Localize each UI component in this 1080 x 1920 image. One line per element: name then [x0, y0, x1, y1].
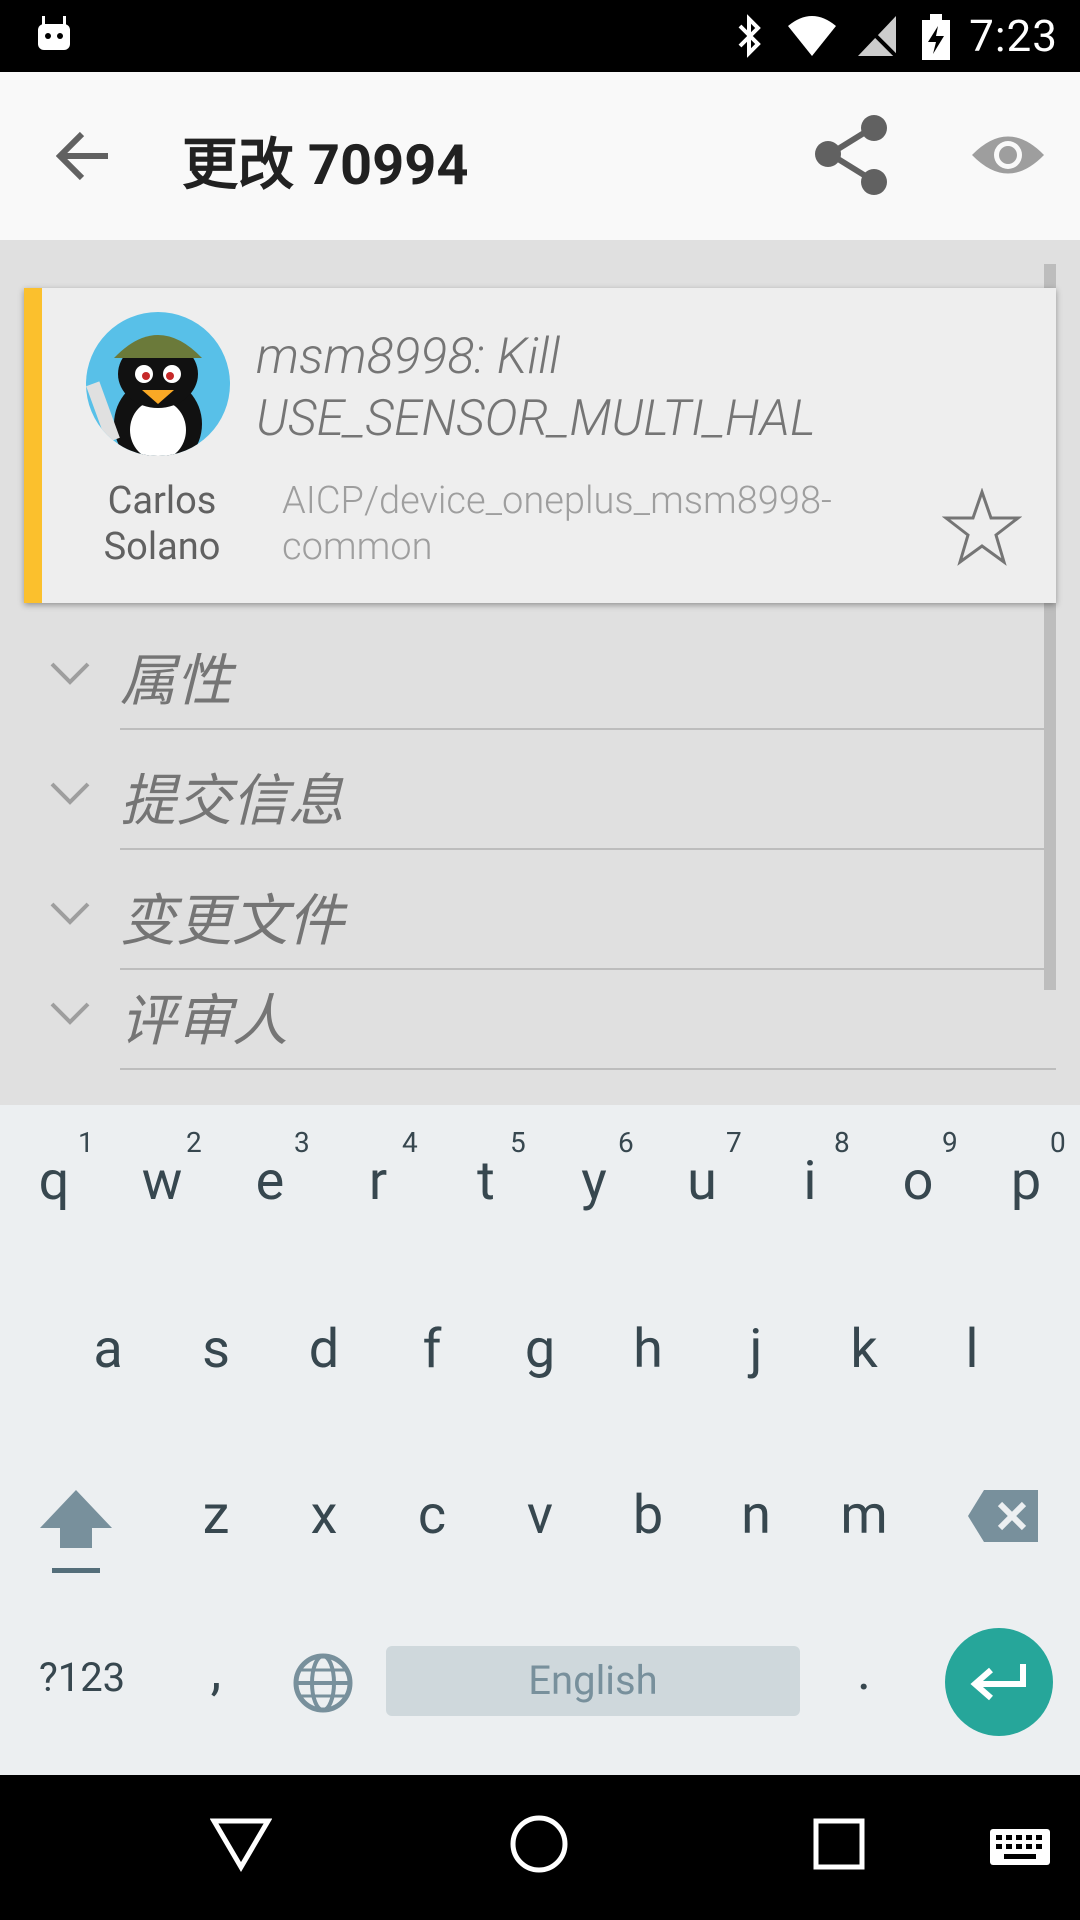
key-m[interactable]: m	[824, 1484, 904, 1547]
space-bar-label: English	[528, 1657, 658, 1704]
key-o[interactable]: o	[878, 1150, 958, 1213]
section-label: 变更文件	[120, 888, 344, 954]
enter-key[interactable]	[945, 1628, 1053, 1736]
home-nav-icon[interactable]	[508, 1813, 570, 1875]
wifi-icon	[788, 16, 836, 56]
chevron-down-icon	[50, 782, 90, 805]
globe-icon[interactable]	[292, 1652, 354, 1714]
key-z[interactable]: z	[176, 1484, 256, 1547]
backspace-icon[interactable]	[966, 1488, 1042, 1544]
key-h[interactable]: h	[608, 1318, 688, 1381]
key-hint: 8	[834, 1126, 850, 1159]
key-hint: 9	[942, 1126, 958, 1159]
key-k[interactable]: k	[824, 1318, 904, 1381]
key-hint: 0	[1050, 1126, 1066, 1159]
key-t[interactable]: t	[446, 1150, 526, 1213]
change-card[interactable]: msm8998: Kill USE_SENSOR_MULTI_HAL Carlo…	[24, 288, 1056, 603]
battery-charging-icon	[922, 14, 950, 60]
key-hint: 1	[78, 1126, 94, 1159]
key-hint: 3	[294, 1126, 310, 1159]
eye-icon[interactable]	[970, 130, 1046, 180]
change-subject: msm8998: Kill USE_SENSOR_MULTI_HAL	[256, 328, 816, 448]
key-hint: 2	[186, 1126, 202, 1159]
change-author: Carlos Solano	[103, 479, 221, 569]
key-w[interactable]: w	[122, 1150, 202, 1213]
key-hint: 5	[510, 1126, 526, 1159]
section-reviewers[interactable]: 评审人	[0, 950, 1080, 1070]
section-label: 属性	[120, 648, 232, 714]
navigation-bar	[0, 1775, 1080, 1920]
chevron-down-icon	[50, 1002, 90, 1025]
key-f[interactable]: f	[392, 1318, 472, 1381]
key-u[interactable]: u	[662, 1150, 742, 1213]
share-icon[interactable]	[812, 114, 892, 196]
key-b[interactable]: b	[608, 1484, 688, 1547]
key-hint: 4	[402, 1126, 418, 1159]
key-hint: 7	[726, 1126, 742, 1159]
status-accent-bar	[24, 288, 42, 603]
key-g[interactable]: g	[500, 1318, 580, 1381]
space-bar[interactable]: English	[386, 1646, 800, 1716]
section-commit-message[interactable]: 提交信息	[0, 730, 1080, 850]
bluetooth-icon	[738, 14, 761, 58]
key-n[interactable]: n	[716, 1484, 796, 1547]
star-icon[interactable]	[942, 488, 1022, 568]
section-properties[interactable]: 属性	[0, 610, 1080, 730]
key-a[interactable]: a	[68, 1318, 148, 1381]
key-y[interactable]: y	[554, 1150, 634, 1213]
period-key[interactable]: .	[824, 1640, 904, 1703]
enter-arrow-icon	[970, 1664, 1026, 1701]
app-bar: 更改 70994	[0, 72, 1080, 240]
no-signal-icon	[858, 16, 898, 58]
comma-key[interactable]: ,	[176, 1640, 256, 1703]
penguin-avatar-icon	[86, 335, 202, 456]
page-title: 更改 70994	[182, 132, 469, 198]
key-hint: 6	[618, 1126, 634, 1159]
symbols-key[interactable]: ?123	[22, 1654, 142, 1701]
key-e[interactable]: e	[230, 1150, 310, 1213]
chevron-down-icon	[50, 662, 90, 685]
key-q[interactable]: q	[14, 1150, 94, 1213]
section-label: 提交信息	[120, 768, 344, 834]
avatar	[86, 312, 230, 456]
divider	[120, 1068, 1056, 1070]
back-arrow-icon[interactable]	[56, 130, 112, 182]
section-label: 评审人	[120, 988, 288, 1054]
key-r[interactable]: r	[338, 1150, 418, 1213]
status-time: 7:23	[969, 10, 1058, 62]
change-project: AICP/device_oneplus_msm8998-common	[282, 479, 832, 569]
key-v[interactable]: v	[500, 1484, 580, 1547]
key-d[interactable]: d	[284, 1318, 364, 1381]
key-s[interactable]: s	[176, 1318, 256, 1381]
back-nav-icon[interactable]	[210, 1815, 272, 1873]
shift-key-icon[interactable]	[36, 1486, 116, 1576]
key-p[interactable]: p	[986, 1150, 1066, 1213]
recents-nav-icon[interactable]	[812, 1817, 866, 1871]
chevron-down-icon	[50, 902, 90, 925]
key-x[interactable]: x	[284, 1484, 364, 1547]
key-l[interactable]: l	[932, 1318, 1012, 1381]
keyboard-switch-icon[interactable]	[988, 1827, 1052, 1867]
key-i[interactable]: i	[770, 1150, 850, 1213]
key-c[interactable]: c	[392, 1484, 472, 1547]
android-notification-icon	[38, 16, 70, 50]
key-j[interactable]: j	[716, 1318, 796, 1381]
status-bar: 7:23	[0, 0, 1080, 72]
